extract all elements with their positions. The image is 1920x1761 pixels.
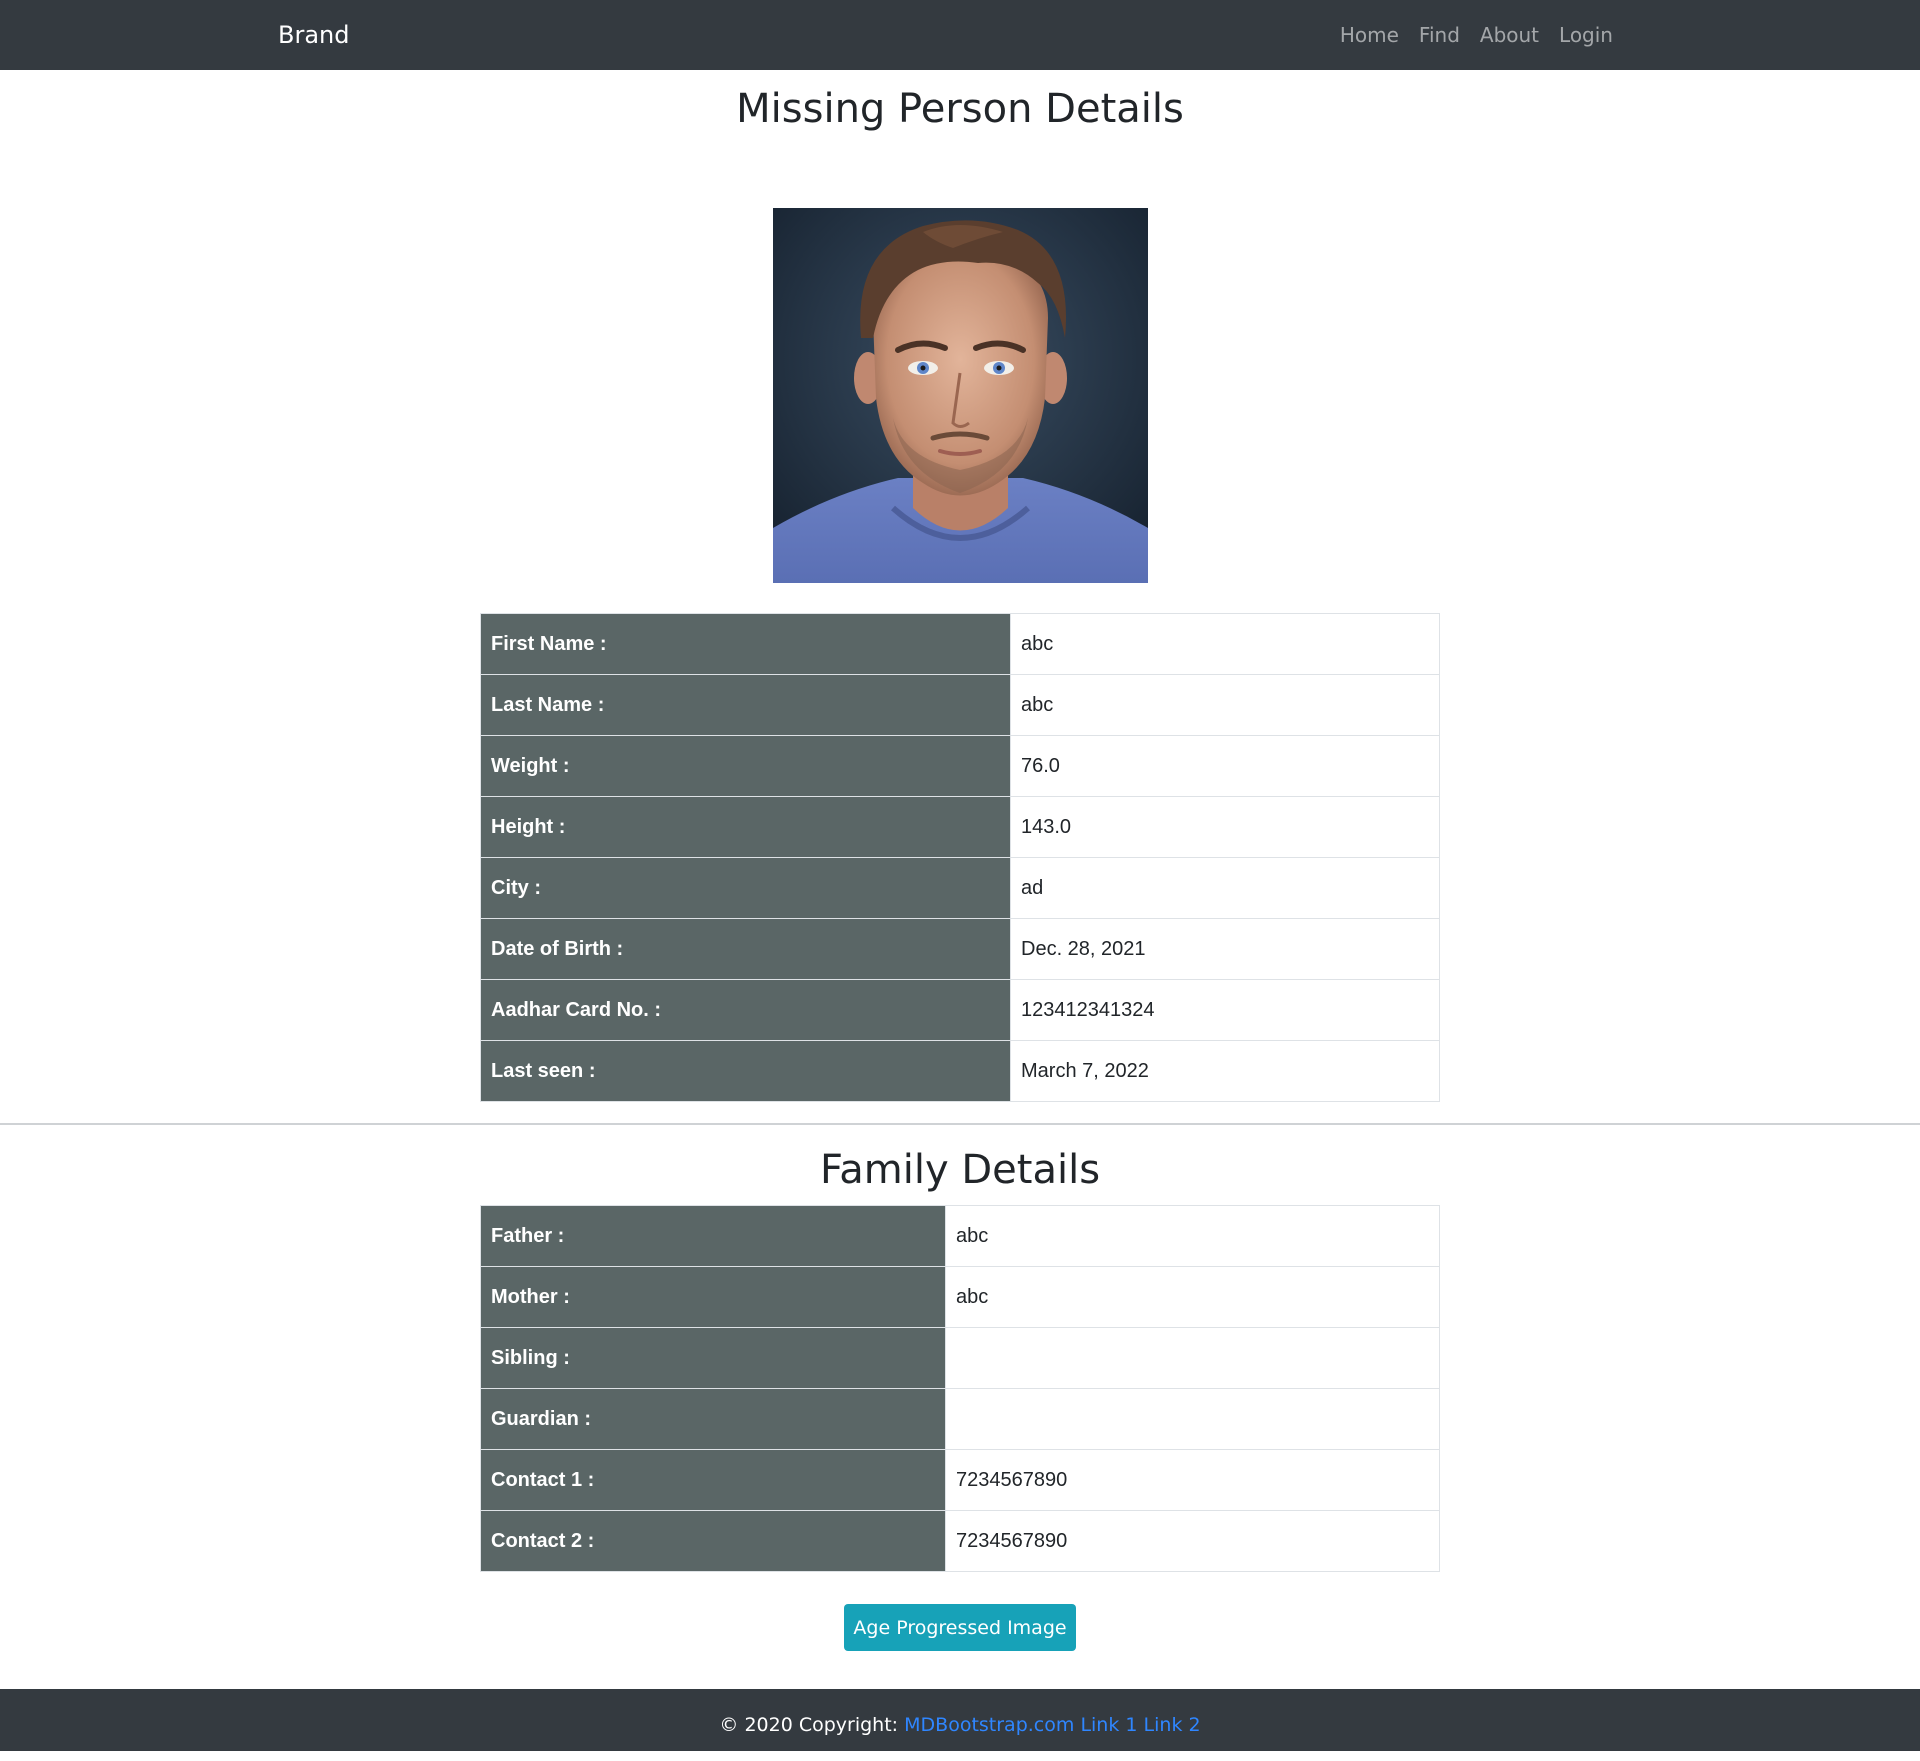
row-value: 76.0: [1010, 735, 1440, 797]
family-details-table: Father : abc Mother : abc Sibling : Guar…: [480, 1205, 1440, 1572]
row-value: Dec. 28, 2021: [1010, 918, 1440, 980]
table-row: First Name : abc: [480, 613, 1440, 675]
section-divider: [0, 1123, 1920, 1125]
table-row: Aadhar Card No. : 123412341324: [480, 979, 1440, 1041]
family-details-title: Family Details: [819, 1147, 1101, 1193]
nav-links: Home Find About Login: [1320, 0, 1613, 70]
footer-link-2[interactable]: Link 2: [1144, 1714, 1201, 1736]
row-label: Sibling :: [480, 1327, 946, 1389]
page-title: Missing Person Details: [736, 86, 1184, 132]
row-value: abc: [945, 1266, 1440, 1328]
row-value: abc: [945, 1205, 1440, 1267]
footer-link-mdbootstrap[interactable]: MDBootstrap.com: [904, 1714, 1074, 1736]
table-row: City : ad: [480, 857, 1440, 919]
row-label: Contact 1 :: [480, 1449, 946, 1511]
brand-link[interactable]: Brand: [278, 0, 349, 70]
table-row: Last seen : March 7, 2022: [480, 1040, 1440, 1102]
row-label: Mother :: [480, 1266, 946, 1328]
row-value: ad: [1010, 857, 1440, 919]
table-row: Mother : abc: [480, 1266, 1440, 1328]
row-label: First Name :: [480, 613, 1011, 675]
row-label: Guardian :: [480, 1388, 946, 1450]
row-label: Aadhar Card No. :: [480, 979, 1011, 1041]
table-row: Height : 143.0: [480, 796, 1440, 858]
row-value: 123412341324: [1010, 979, 1440, 1041]
page-footer: © 2020 Copyright: MDBootstrap.com Link 1…: [0, 1689, 1920, 1751]
row-value: abc: [1010, 674, 1440, 736]
person-portrait-photo: [773, 208, 1148, 583]
row-value: [945, 1388, 1440, 1450]
age-progressed-image-button[interactable]: Age Progressed Image: [844, 1604, 1076, 1651]
footer-copyright: © 2020 Copyright:: [719, 1714, 899, 1736]
row-label: City :: [480, 857, 1011, 919]
row-label: Last Name :: [480, 674, 1011, 736]
row-value: 7234567890: [945, 1510, 1440, 1572]
table-row: Guardian :: [480, 1388, 1440, 1450]
table-row: Last Name : abc: [480, 674, 1440, 736]
nav-link-home[interactable]: Home: [1340, 23, 1399, 47]
row-value: abc: [1010, 613, 1440, 675]
table-row: Sibling :: [480, 1327, 1440, 1389]
person-details-table: First Name : abc Last Name : abc Weight …: [480, 613, 1440, 1102]
nav-link-login[interactable]: Login: [1559, 23, 1613, 47]
nav-link-find[interactable]: Find: [1419, 23, 1460, 47]
row-label: Contact 2 :: [480, 1510, 946, 1572]
row-label: Date of Birth :: [480, 918, 1011, 980]
row-value: 143.0: [1010, 796, 1440, 858]
row-value: 7234567890: [945, 1449, 1440, 1511]
table-row: Date of Birth : Dec. 28, 2021: [480, 918, 1440, 980]
row-value: [945, 1327, 1440, 1389]
row-label: Last seen :: [480, 1040, 1011, 1102]
table-row: Father : abc: [480, 1205, 1440, 1267]
nav-link-about[interactable]: About: [1480, 23, 1539, 47]
table-row: Contact 2 : 7234567890: [480, 1510, 1440, 1572]
footer-link-1[interactable]: Link 1: [1080, 1714, 1137, 1736]
row-label: Father :: [480, 1205, 946, 1267]
row-value: March 7, 2022: [1010, 1040, 1440, 1102]
row-label: Weight :: [480, 735, 1011, 797]
top-navbar: Brand Home Find About Login: [0, 0, 1920, 70]
row-label: Height :: [480, 796, 1011, 858]
table-row: Contact 1 : 7234567890: [480, 1449, 1440, 1511]
table-row: Weight : 76.0: [480, 735, 1440, 797]
